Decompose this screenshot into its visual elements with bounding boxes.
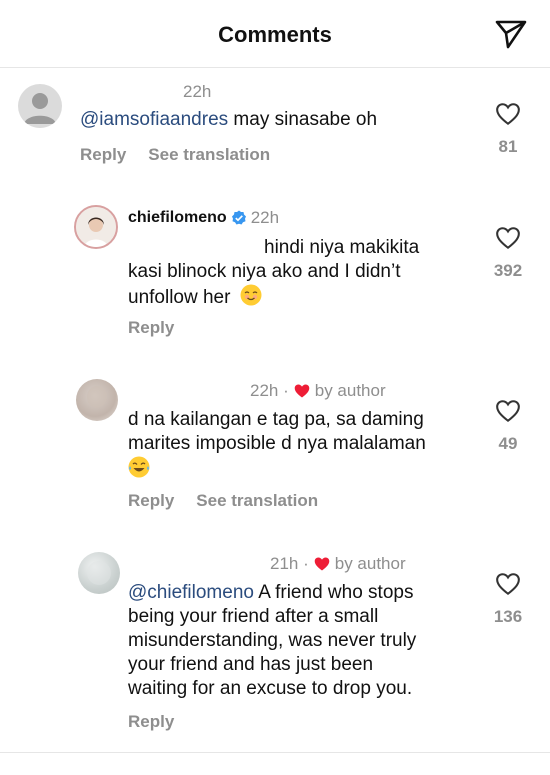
comment-actions: Reply See translation (128, 491, 340, 511)
like-count: 392 (493, 261, 523, 280)
smiling-face-emoji-icon (240, 284, 262, 306)
like-button[interactable]: 49 (494, 399, 522, 454)
comment-meta: 22h (183, 82, 211, 102)
divider (0, 752, 550, 753)
by-author-label: by author (314, 381, 386, 400)
heart-icon (496, 227, 520, 250)
liked-by-author-heart-icon (314, 557, 330, 571)
avatar[interactable] (78, 552, 120, 594)
avatar[interactable] (74, 205, 118, 249)
comment-line-text: unfollow her (128, 287, 231, 308)
like-count: 136 (493, 607, 523, 626)
reply-button[interactable]: Reply (128, 712, 174, 731)
comment-text: @iamsofiaandres may sinasabe oh (80, 108, 377, 132)
comment-body: may sinasabe oh (228, 109, 378, 130)
comment-actions: Reply (128, 712, 196, 732)
comment-line: hindi niya makikita (264, 237, 420, 258)
see-translation-button[interactable]: See translation (148, 145, 270, 164)
timestamp: 22h (183, 82, 212, 101)
send-icon[interactable] (494, 18, 528, 50)
comment-meta: 22h · by author (250, 381, 386, 401)
comment-text: hindi niya makikita kasi blinock niya ak… (128, 236, 458, 310)
comment-line: your friend and has just been (128, 654, 374, 675)
like-count: 81 (498, 137, 518, 156)
comment-meta: 21h · by author (270, 554, 406, 574)
profile-photo-icon (76, 207, 116, 247)
mention-link[interactable]: @chiefilomeno (128, 582, 254, 603)
like-button[interactable]: 136 (494, 572, 522, 627)
timestamp: 22h (250, 208, 280, 227)
heart-icon (496, 573, 520, 596)
username[interactable]: chiefilomeno (128, 209, 227, 227)
timestamp: 21h · (270, 554, 309, 573)
heart-icon (496, 103, 520, 126)
like-count: 49 (498, 434, 518, 453)
blurred-avatar-icon (87, 561, 111, 585)
reply-button[interactable]: Reply (128, 318, 174, 337)
header: Comments (0, 0, 550, 68)
comment-text: @chiefilomeno A friend who stops being y… (128, 581, 473, 701)
reply-button[interactable]: Reply (80, 145, 126, 164)
comment-line: d na kailangan e tag pa, sa daming (128, 409, 424, 430)
comment-line: kasi blinock niya ako and I didn’t (128, 261, 401, 282)
blurred-avatar-icon (87, 386, 107, 408)
mention-link[interactable]: @iamsofiaandres (80, 109, 228, 130)
see-translation-button[interactable]: See translation (196, 491, 318, 510)
avatar[interactable] (76, 379, 118, 421)
comment-meta: chiefilomeno 22h (128, 208, 279, 228)
comment-line: @chiefilomeno A friend who stops (128, 581, 473, 605)
like-button[interactable]: 81 (494, 102, 522, 157)
comment-line: unfollow her (128, 284, 458, 310)
comment-line (128, 456, 468, 482)
comment-line: marites imposible d nya malalaman (128, 433, 426, 454)
by-author-label: by author (334, 554, 406, 573)
page-title: Comments (218, 22, 332, 47)
tears-of-joy-emoji-icon (128, 456, 150, 478)
comment-line: being your friend after a small (128, 606, 379, 627)
comment-text: d na kailangan e tag pa, sa daming marit… (128, 408, 468, 482)
comment-line: misunderstanding, was never truly (128, 630, 417, 651)
heart-icon (496, 400, 520, 423)
like-button[interactable]: 392 (494, 226, 522, 281)
avatar[interactable] (18, 84, 62, 128)
default-avatar-icon (24, 93, 56, 124)
liked-by-author-heart-icon (294, 384, 310, 398)
comment-line: waiting for an excuse to drop you. (128, 678, 413, 699)
comment-line-text: A friend who stops (253, 582, 414, 603)
verified-badge-icon (231, 210, 246, 225)
comment-actions: Reply See translation (80, 145, 292, 165)
timestamp: 22h · (250, 381, 289, 400)
comment-actions: Reply (128, 318, 196, 338)
reply-button[interactable]: Reply (128, 491, 174, 510)
